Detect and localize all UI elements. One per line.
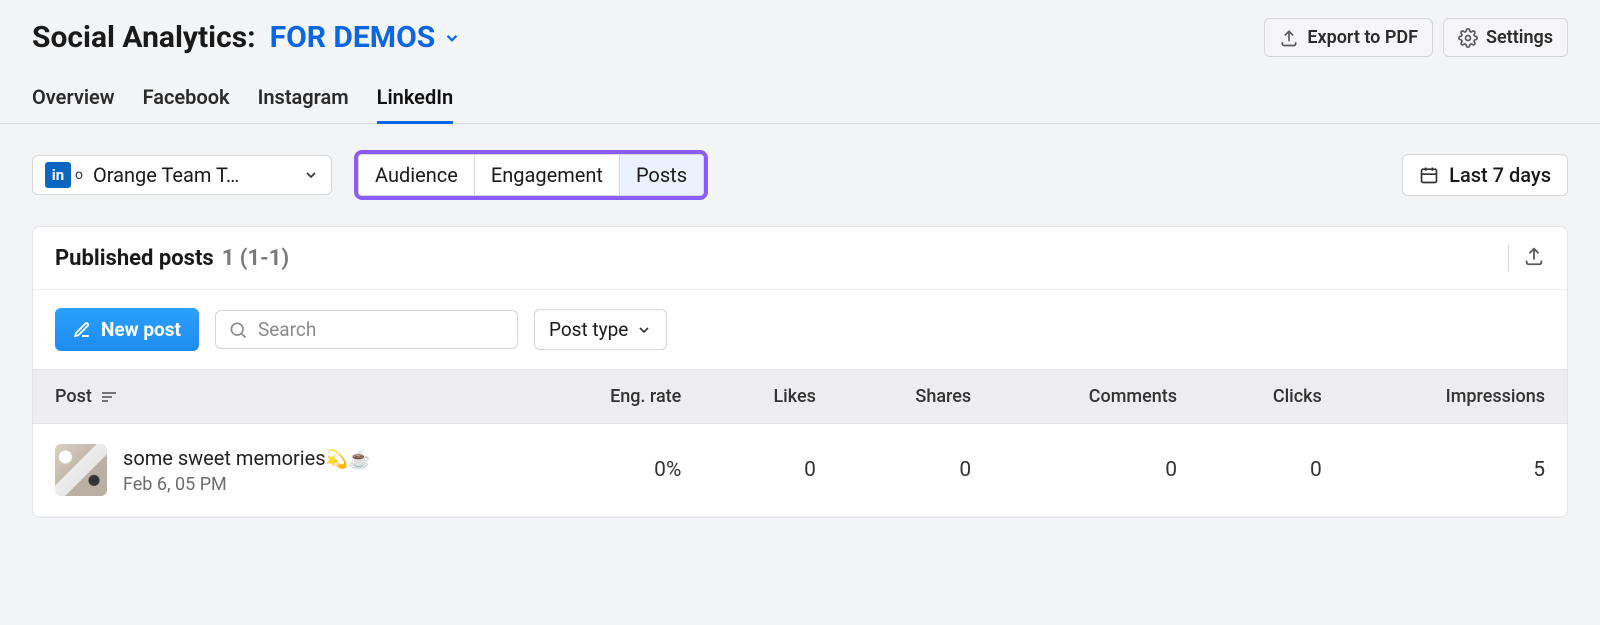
segment-highlight: Audience Engagement Posts — [354, 150, 708, 200]
new-post-label: New post — [101, 318, 181, 341]
account-badge-o: o — [75, 167, 83, 183]
chevron-down-icon — [636, 322, 652, 338]
col-impressions[interactable]: Impressions — [1344, 370, 1567, 424]
cell-likes: 0 — [703, 424, 838, 517]
date-range-selector[interactable]: Last 7 days — [1402, 154, 1568, 196]
project-name: FOR DEMOS — [270, 20, 436, 55]
divider — [1508, 245, 1509, 271]
col-likes[interactable]: Likes — [703, 370, 838, 424]
segment-control: Audience Engagement Posts — [358, 154, 704, 196]
col-comments[interactable]: Comments — [993, 370, 1199, 424]
settings-label: Settings — [1486, 27, 1553, 48]
project-selector[interactable]: FOR DEMOS — [270, 20, 462, 55]
panel-title-text: Published posts — [55, 246, 214, 271]
export-pdf-label: Export to PDF — [1307, 27, 1418, 48]
settings-button[interactable]: Settings — [1443, 18, 1568, 57]
date-range-label: Last 7 days — [1449, 163, 1551, 187]
cell-comments: 0 — [993, 424, 1199, 517]
search-icon — [228, 320, 248, 340]
linkedin-icon: in — [45, 162, 71, 188]
account-label: Orange Team T… — [93, 163, 239, 187]
post-title: some sweet memories💫☕ — [123, 446, 370, 470]
cell-clicks: 0 — [1199, 424, 1344, 517]
post-date: Feb 6, 05 PM — [123, 474, 370, 495]
header-actions: Export to PDF Settings — [1264, 18, 1568, 57]
network-tabs: Overview Facebook Instagram LinkedIn — [0, 57, 1600, 124]
panel-export-button[interactable] — [1523, 245, 1545, 271]
cell-impressions: 5 — [1344, 424, 1567, 517]
cell-shares: 0 — [838, 424, 993, 517]
post-title-text: some sweet memories — [123, 446, 326, 470]
posts-table: Post Eng. rate Likes Shares Comments Cli… — [33, 369, 1567, 517]
col-shares[interactable]: Shares — [838, 370, 993, 424]
post-type-selector[interactable]: Post type — [534, 309, 667, 350]
segment-engagement[interactable]: Engagement — [475, 155, 620, 195]
tab-linkedin[interactable]: LinkedIn — [377, 85, 453, 123]
search-field[interactable] — [215, 310, 518, 349]
search-input[interactable] — [256, 317, 505, 342]
calendar-icon — [1419, 165, 1439, 185]
published-posts-panel: Published posts 1 (1-1) New post Post ty… — [32, 226, 1568, 518]
col-post-label: Post — [55, 386, 92, 407]
gear-icon — [1458, 28, 1478, 48]
chevron-down-icon — [303, 167, 319, 183]
panel-title: Published posts 1 (1-1) — [55, 246, 289, 271]
tab-facebook[interactable]: Facebook — [143, 85, 230, 123]
page-title: Social Analytics: — [32, 20, 256, 55]
col-clicks[interactable]: Clicks — [1199, 370, 1344, 424]
sort-indicator-icon — [102, 392, 116, 402]
segment-audience[interactable]: Audience — [359, 155, 475, 195]
chevron-down-icon — [443, 29, 461, 47]
panel-count: 1 (1-1) — [222, 246, 289, 271]
col-eng-rate[interactable]: Eng. rate — [524, 370, 703, 424]
pencil-icon — [73, 321, 91, 339]
upload-icon — [1279, 28, 1299, 48]
post-thumbnail — [55, 444, 107, 496]
table-row[interactable]: some sweet memories💫☕ Feb 6, 05 PM 0% 0 … — [33, 424, 1567, 517]
tab-instagram[interactable]: Instagram — [258, 85, 349, 123]
new-post-button[interactable]: New post — [55, 308, 199, 351]
col-post[interactable]: Post — [33, 370, 524, 424]
export-pdf-button[interactable]: Export to PDF — [1264, 18, 1433, 57]
post-emoji: 💫☕ — [326, 449, 371, 470]
upload-icon — [1523, 245, 1545, 267]
post-type-label: Post type — [549, 318, 628, 341]
tab-overview[interactable]: Overview — [32, 85, 115, 123]
segment-posts[interactable]: Posts — [620, 155, 703, 195]
cell-eng-rate: 0% — [524, 424, 703, 517]
page-title-group: Social Analytics: FOR DEMOS — [32, 20, 461, 55]
account-selector[interactable]: ino Orange Team T… — [32, 155, 332, 195]
